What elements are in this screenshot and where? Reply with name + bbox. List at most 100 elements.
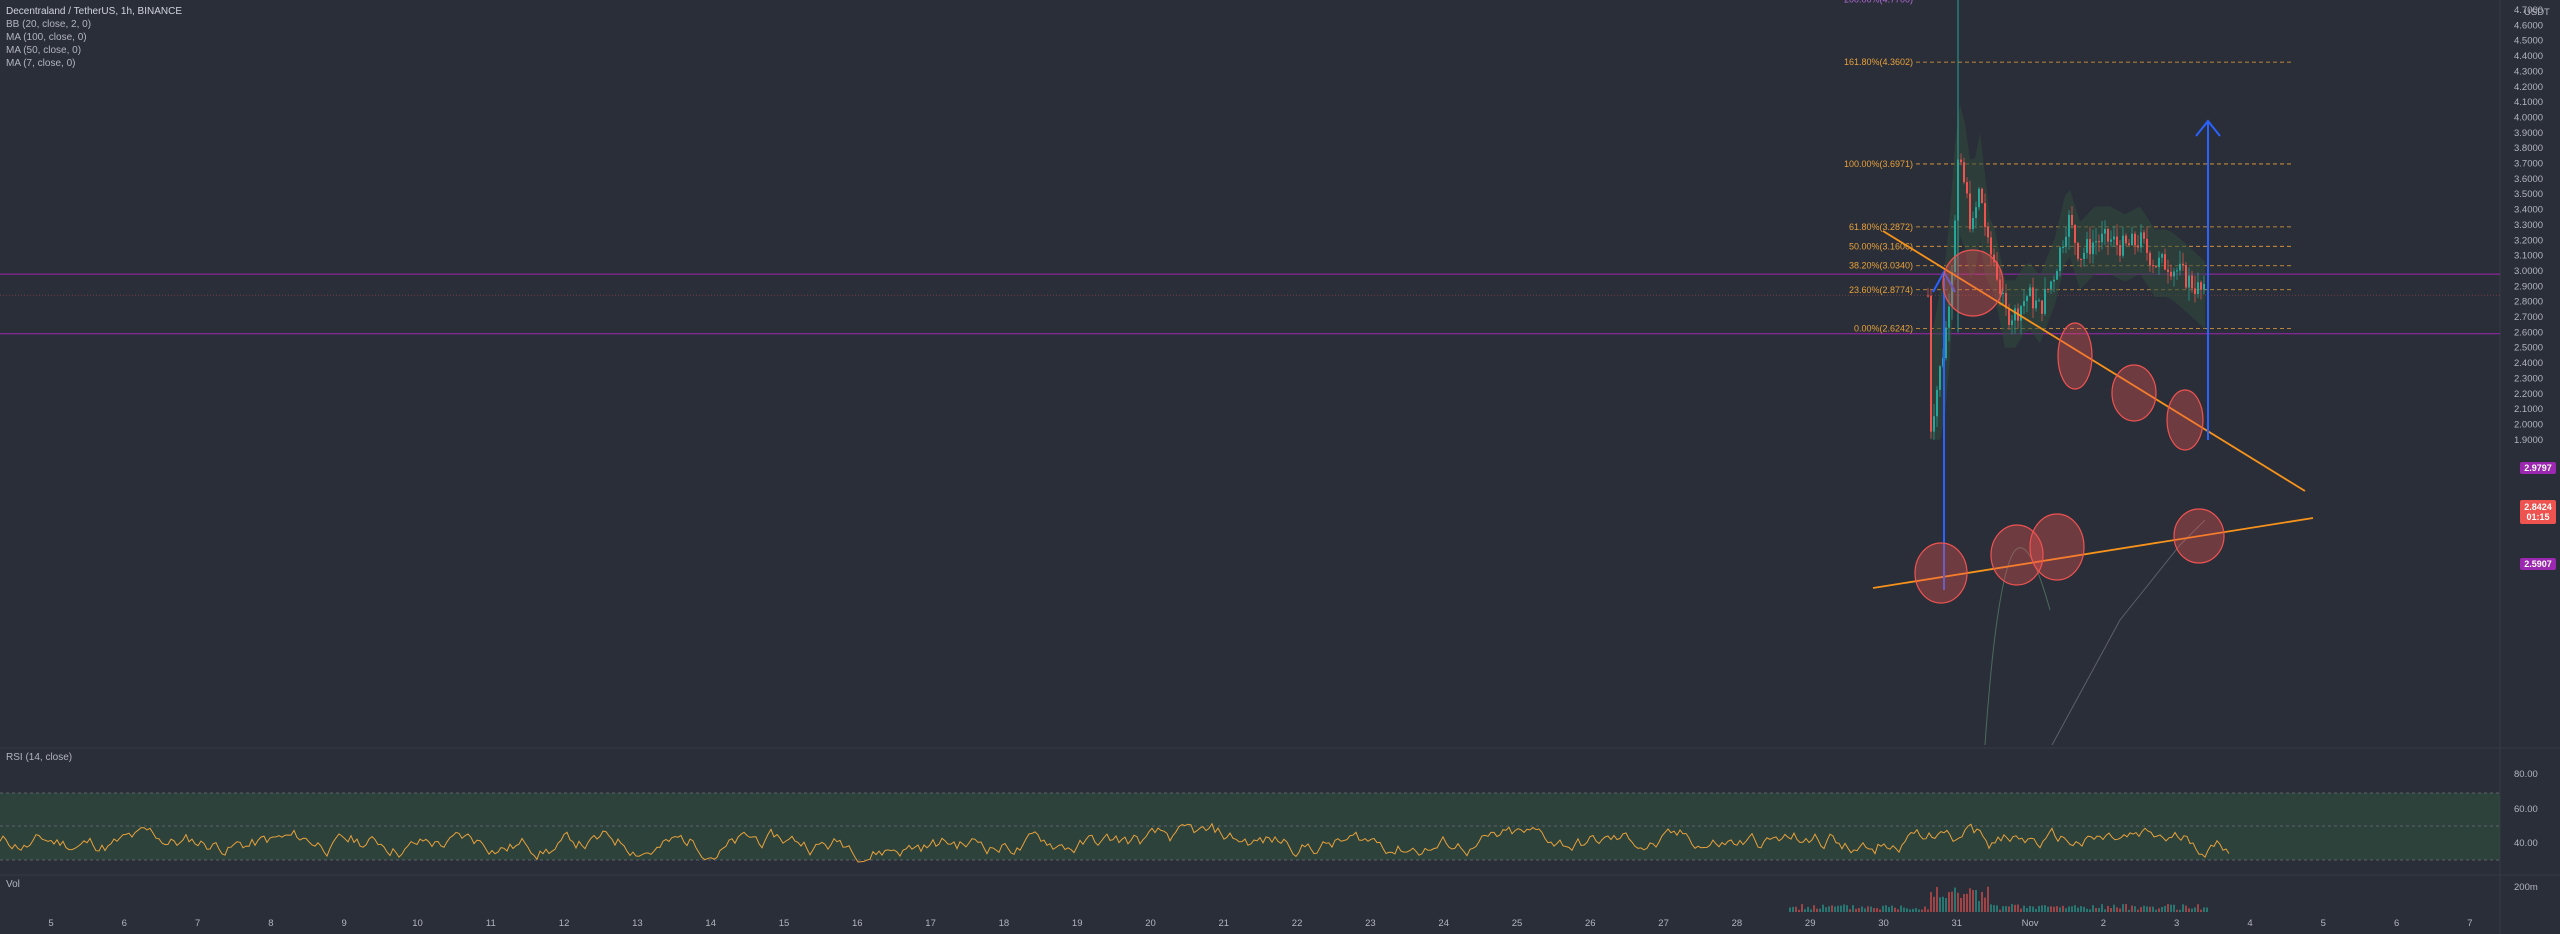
volume-bar — [1840, 905, 1842, 912]
volume-bar — [2032, 906, 2034, 912]
volume-bar — [2092, 905, 2094, 912]
candle-body — [2077, 242, 2079, 259]
volume-bar — [2128, 909, 2130, 912]
time-tick: 8 — [268, 918, 273, 929]
volume-bar — [1960, 897, 1962, 912]
volume-bar — [1801, 904, 1803, 912]
price-tick: 2.1000 — [2514, 404, 2543, 415]
volume-bar — [1813, 905, 1815, 912]
time-tick: 30 — [1878, 918, 1889, 929]
candle-body — [2146, 238, 2148, 253]
candle-body — [2008, 308, 2010, 325]
time-tick: 26 — [1585, 918, 1596, 929]
volume-bar — [1924, 906, 1926, 912]
volume-bar — [2047, 906, 2049, 912]
volume-bar — [1987, 886, 1989, 912]
touch-point-circle[interactable] — [2111, 364, 2157, 422]
candle-body — [2047, 288, 2049, 290]
candle-body — [1990, 237, 1992, 255]
candle-body — [2155, 265, 2157, 268]
candle-body — [2173, 271, 2175, 277]
candle-body — [2158, 257, 2160, 268]
volume-bar — [1897, 909, 1899, 912]
volume-bar — [1816, 908, 1818, 912]
candle-body — [2026, 296, 2028, 302]
time-tick: 17 — [925, 918, 936, 929]
volume-bar — [1909, 909, 1911, 912]
candle-body — [2080, 258, 2082, 260]
volume-pane[interactable] — [1789, 886, 2208, 912]
volume-bar — [2074, 905, 2076, 912]
chart-canvas[interactable]: 200.00%(4.7700) 161.80%(4.3602) 100.00%(3.… — [0, 0, 2560, 934]
rsi-label[interactable]: RSI (14, close) — [6, 752, 72, 763]
time-tick: 9 — [342, 918, 347, 929]
volume-bar — [2182, 904, 2184, 912]
volume-bar — [2197, 904, 2199, 912]
volume-bar — [2203, 907, 2205, 912]
volume-label[interactable]: Vol — [6, 879, 20, 890]
volume-bar — [2014, 904, 2016, 912]
volume-bar — [1831, 905, 1833, 912]
volume-bar — [2113, 904, 2115, 912]
volume-bar — [2044, 905, 2046, 912]
volume-bar — [1825, 907, 1827, 912]
volume-bar — [2149, 906, 2151, 912]
time-axis[interactable]: 5 6 7 8 9 10 11 12 13 14 15 16 17 18 19 20 21 22 23 24 25 26 2… — [48, 918, 2472, 929]
symbol-title[interactable]: Decentraland / TetherUS, 1h, BINANCE — [6, 5, 182, 18]
rsi-axis[interactable]: 80.00 60.00 40.00 — [2514, 769, 2538, 849]
indicator-bb[interactable]: BB (20, close, 2, 0) — [6, 18, 182, 31]
candle-body — [2161, 254, 2163, 258]
indicator-ma50[interactable]: MA (50, close, 0) — [6, 44, 182, 57]
volume-bar — [2110, 908, 2112, 912]
level-upper-badge: 2.9797 — [2520, 462, 2556, 474]
volume-bar — [2089, 909, 2091, 912]
candle-body — [2029, 287, 2031, 297]
touch-point-circle[interactable] — [2057, 322, 2093, 390]
price-pane[interactable]: 200.00%(4.7700) 161.80%(4.3602) 100.00%(3.… — [0, 0, 2500, 746]
time-tick: 29 — [1805, 918, 1816, 929]
indicator-ma100[interactable]: MA (100, close, 0) — [6, 31, 182, 44]
price-axis[interactable]: USDT 4.70004.60004.50004.40004.30004.200… — [2514, 5, 2550, 446]
candle-body — [2086, 239, 2088, 253]
volume-bar — [2026, 908, 2028, 912]
candle-body — [2032, 287, 2034, 309]
volume-bar — [2206, 907, 2208, 912]
touch-point-circle[interactable] — [2173, 508, 2225, 564]
volume-bar — [1951, 891, 1953, 912]
volume-bar — [2140, 907, 2142, 912]
fib-level-label: 161.80%(4.3602) — [1844, 57, 1913, 67]
touch-point-circle[interactable] — [2166, 389, 2204, 451]
time-tick: 28 — [1732, 918, 1743, 929]
price-tick: 2.2000 — [2514, 389, 2543, 400]
volume-bar — [2116, 907, 2118, 912]
volume-bar — [2173, 904, 2175, 912]
time-tick: 13 — [632, 918, 643, 929]
indicator-ma7[interactable]: MA (7, close, 0) — [6, 57, 182, 70]
candle-body — [2098, 241, 2100, 243]
volume-axis-tick: 200m — [2514, 882, 2538, 893]
price-tick: 4.1000 — [2514, 97, 2543, 108]
volume-bar — [1834, 906, 1836, 912]
volume-bar — [1969, 888, 1971, 912]
volume-bar — [1990, 904, 1992, 912]
rsi-pane[interactable] — [0, 792, 2500, 863]
volume-bar — [1981, 891, 1983, 912]
touch-point-circle[interactable] — [1942, 249, 2004, 317]
volume-bar — [1882, 905, 1884, 912]
price-tick: 3.8000 — [2514, 143, 2543, 154]
touch-point-circle[interactable] — [1914, 542, 1968, 604]
candle-body — [2038, 300, 2040, 302]
volume-bar — [2041, 905, 2043, 912]
volume-bar — [1873, 908, 1875, 912]
price-tick: 1.9000 — [2514, 435, 2543, 446]
time-tick: 19 — [1072, 918, 1083, 929]
candle-body — [2176, 270, 2178, 272]
price-tick: 3.0000 — [2514, 266, 2543, 277]
time-tick: 11 — [486, 918, 496, 929]
touch-point-circle[interactable] — [2029, 513, 2085, 581]
level-lower-badge: 2.5907 — [2520, 558, 2556, 570]
volume-bar — [1999, 909, 2001, 912]
volume-bar — [2053, 906, 2055, 912]
time-tick: 2 — [2101, 918, 2106, 929]
time-tick: 6 — [2394, 918, 2399, 929]
